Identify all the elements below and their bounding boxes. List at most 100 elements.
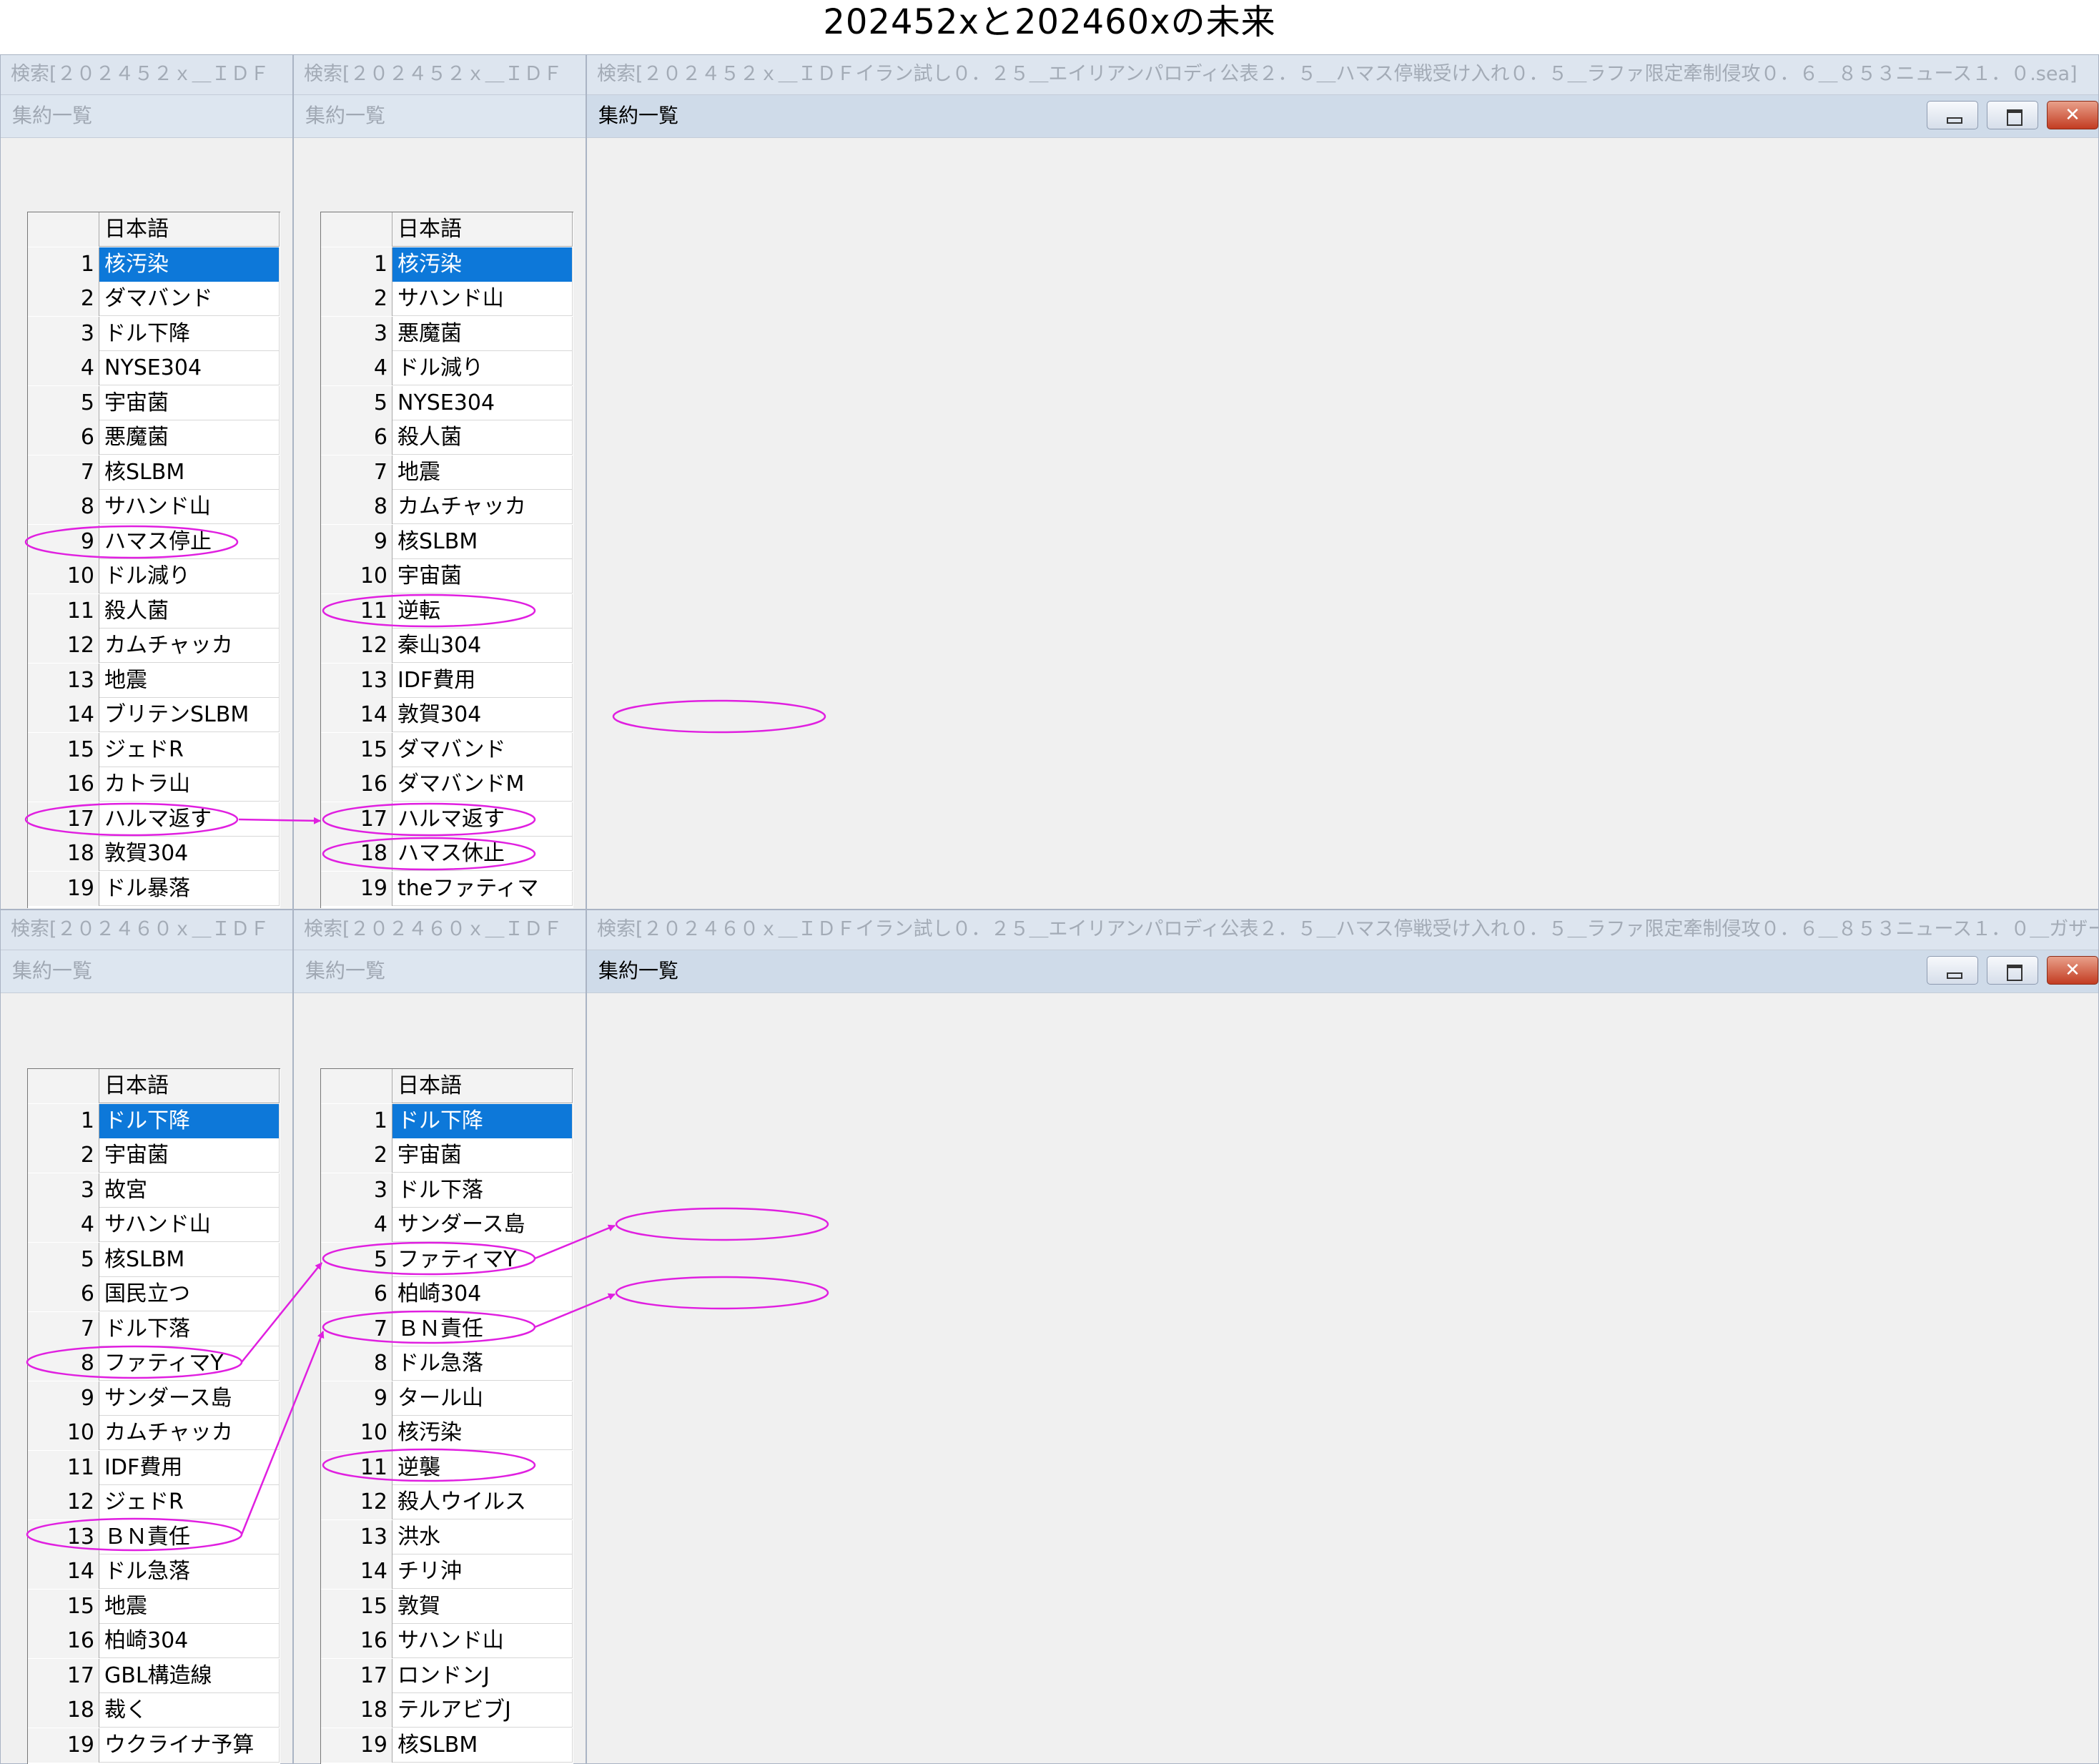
list-row[interactable]: 4 ドル減り xyxy=(321,351,573,385)
list-row[interactable]: 8 ファティマY xyxy=(28,1346,280,1381)
list-row[interactable]: 3 故宮 xyxy=(28,1173,280,1208)
list-cell-jp[interactable]: 地震 xyxy=(99,1589,280,1624)
list-cell-jp[interactable]: GBL構造線 xyxy=(99,1658,280,1693)
list-cell-jp[interactable]: 国民立つ xyxy=(99,1277,280,1311)
list-row[interactable]: 13 ＢＮ責任 xyxy=(28,1519,280,1554)
list-cell-jp[interactable]: ダマバンド xyxy=(392,732,573,767)
list-cell-jp[interactable]: ドル急落 xyxy=(99,1554,280,1589)
list-row[interactable]: 15 地震 xyxy=(28,1589,280,1624)
list-cell-jp[interactable]: 裁く xyxy=(99,1693,280,1728)
list-row[interactable]: 7 核SLBM xyxy=(28,455,280,490)
list-row[interactable]: 14 ドル急落 xyxy=(28,1554,280,1589)
list-row[interactable]: 9 ハマス停止 xyxy=(28,524,280,559)
list-row[interactable]: 1 核汚染 xyxy=(321,247,573,282)
list-cell-jp[interactable]: ＢＮ責任 xyxy=(99,1519,280,1554)
list-cell-jp[interactable]: ハルマ返す xyxy=(392,802,573,837)
list-cell-jp[interactable]: 宇宙菌 xyxy=(392,559,573,593)
list-row[interactable]: 19 ウクライナ予算 xyxy=(28,1728,280,1763)
list-cell-jp[interactable]: 悪魔菌 xyxy=(99,420,280,455)
list-row[interactable]: 13 洪水 xyxy=(321,1519,573,1554)
list-row[interactable]: 11 殺人菌 xyxy=(28,593,280,629)
list-cell-jp[interactable]: 宇宙菌 xyxy=(99,385,280,420)
list-row[interactable]: 13 地震 xyxy=(28,663,280,698)
list-row[interactable]: 7 ＢＮ責任 xyxy=(321,1311,573,1346)
list-cell-jp[interactable]: テルアビブJ xyxy=(392,1693,573,1728)
list-cell-jp[interactable]: ロンドンJ xyxy=(392,1658,573,1693)
list-cell-jp[interactable]: 核SLBM xyxy=(392,1728,573,1763)
list-row[interactable]: 19 ドル暴落 xyxy=(28,871,280,906)
list-row[interactable]: 8 ドル急落 xyxy=(321,1346,573,1381)
list-row[interactable]: 11 逆襲 xyxy=(321,1450,573,1485)
column-header-jp[interactable]: 日本語 xyxy=(99,1069,280,1103)
list-row[interactable]: 11 逆転 xyxy=(321,593,573,629)
list-row[interactable]: 4 NYSE304 xyxy=(28,351,280,385)
list-cell-jp[interactable]: theファティマ xyxy=(392,871,573,906)
list-cell-jp[interactable]: 核汚染 xyxy=(99,247,280,282)
list-row[interactable]: 4 サンダース島 xyxy=(321,1208,573,1242)
list-cell-jp[interactable]: サハンド山 xyxy=(392,282,573,316)
list-cell-jp[interactable]: ドル下降 xyxy=(99,1103,280,1138)
list-row[interactable]: 6 国民立つ xyxy=(28,1277,280,1311)
maximize-button[interactable] xyxy=(1987,101,2038,129)
list-row[interactable]: 12 殺人ウイルス xyxy=(321,1485,573,1519)
list-cell-jp[interactable]: ジェドR xyxy=(99,1485,280,1519)
list-cell-jp[interactable]: IDF費用 xyxy=(99,1450,280,1485)
list-cell-jp[interactable]: 柏崎304 xyxy=(99,1624,280,1658)
list-cell-jp[interactable]: ドル下降 xyxy=(392,1103,573,1138)
list-row[interactable]: 10 核汚染 xyxy=(321,1416,573,1450)
list-cell-jp[interactable]: ドル暴落 xyxy=(99,871,280,906)
list-row[interactable]: 12 秦山304 xyxy=(321,629,573,663)
list-cell-jp[interactable]: タール山 xyxy=(392,1381,573,1416)
close-button[interactable]: ✕ xyxy=(2047,101,2098,129)
list-row[interactable]: 18 ハマス休止 xyxy=(321,837,573,871)
list-row[interactable]: 10 宇宙菌 xyxy=(321,559,573,593)
list-cell-jp[interactable]: カトラ山 xyxy=(99,767,280,802)
list-row[interactable]: 13 IDF費用 xyxy=(321,663,573,698)
list-cell-jp[interactable]: 核SLBM xyxy=(99,455,280,490)
list-cell-jp[interactable]: 核SLBM xyxy=(99,1242,280,1277)
list-row[interactable]: 9 核SLBM xyxy=(321,524,573,559)
list-cell-jp[interactable]: ハルマ返す xyxy=(99,802,280,837)
list-row[interactable]: 16 柏崎304 xyxy=(28,1624,280,1658)
list-cell-jp[interactable]: 敦賀304 xyxy=(99,837,280,871)
list-row[interactable]: 6 殺人菌 xyxy=(321,420,573,455)
list-cell-jp[interactable]: ウクライナ予算 xyxy=(99,1728,280,1763)
list-row[interactable]: 16 ダマバンドM xyxy=(321,767,573,802)
summary-list-mid-top[interactable]: 日本語 1 核汚染 2 サハンド山 3 悪魔菌 4 ドル減り 5 NYSE304 6 殺人菌 7 地震 8 カム… xyxy=(320,212,573,908)
list-cell-jp[interactable]: サンダース島 xyxy=(392,1208,573,1242)
list-cell-jp[interactable]: ファティマY xyxy=(99,1346,280,1381)
list-row[interactable]: 12 ジェドR xyxy=(28,1485,280,1519)
list-cell-jp[interactable]: 敦賀 xyxy=(392,1589,573,1624)
list-row[interactable]: 3 悪魔菌 xyxy=(321,316,573,351)
list-cell-jp[interactable]: IDF費用 xyxy=(392,663,573,698)
list-cell-jp[interactable]: 核汚染 xyxy=(392,1416,573,1450)
list-row[interactable]: 15 敦賀 xyxy=(321,1589,573,1624)
list-row[interactable]: 15 ダマバンド xyxy=(321,732,573,767)
list-cell-jp[interactable]: サンダース島 xyxy=(99,1381,280,1416)
list-row[interactable]: 4 サハンド山 xyxy=(28,1208,280,1242)
list-cell-jp[interactable]: ブリテンSLBM xyxy=(99,698,280,732)
list-cell-jp[interactable]: ドル下落 xyxy=(392,1173,573,1208)
list-row[interactable]: 9 タール山 xyxy=(321,1381,573,1416)
list-cell-jp[interactable]: ハマス休止 xyxy=(392,837,573,871)
column-header-jp[interactable]: 日本語 xyxy=(99,212,280,247)
list-cell-jp[interactable]: サハンド山 xyxy=(99,490,280,524)
list-cell-jp[interactable]: ドル急落 xyxy=(392,1346,573,1381)
list-cell-jp[interactable]: NYSE304 xyxy=(99,351,280,385)
list-cell-jp[interactable]: 宇宙菌 xyxy=(392,1138,573,1173)
list-cell-jp[interactable]: ドル減り xyxy=(392,351,573,385)
list-cell-jp[interactable]: 殺人菌 xyxy=(99,593,280,629)
list-cell-jp[interactable]: ジェドR xyxy=(99,732,280,767)
list-row[interactable]: 2 ダマバンド xyxy=(28,282,280,316)
list-row[interactable]: 14 チリ沖 xyxy=(321,1554,573,1589)
minimize-button[interactable] xyxy=(1927,101,1978,129)
list-cell-jp[interactable]: カムチャッカ xyxy=(392,490,573,524)
list-cell-jp[interactable]: NYSE304 xyxy=(392,385,573,420)
list-row[interactable]: 12 カムチャッカ xyxy=(28,629,280,663)
list-row[interactable]: 5 NYSE304 xyxy=(321,385,573,420)
list-row[interactable]: 3 ドル下降 xyxy=(28,316,280,351)
list-row[interactable]: 16 サハンド山 xyxy=(321,1624,573,1658)
list-cell-jp[interactable]: チリ沖 xyxy=(392,1554,573,1589)
list-row[interactable]: 7 地震 xyxy=(321,455,573,490)
list-cell-jp[interactable]: 敦賀304 xyxy=(392,698,573,732)
